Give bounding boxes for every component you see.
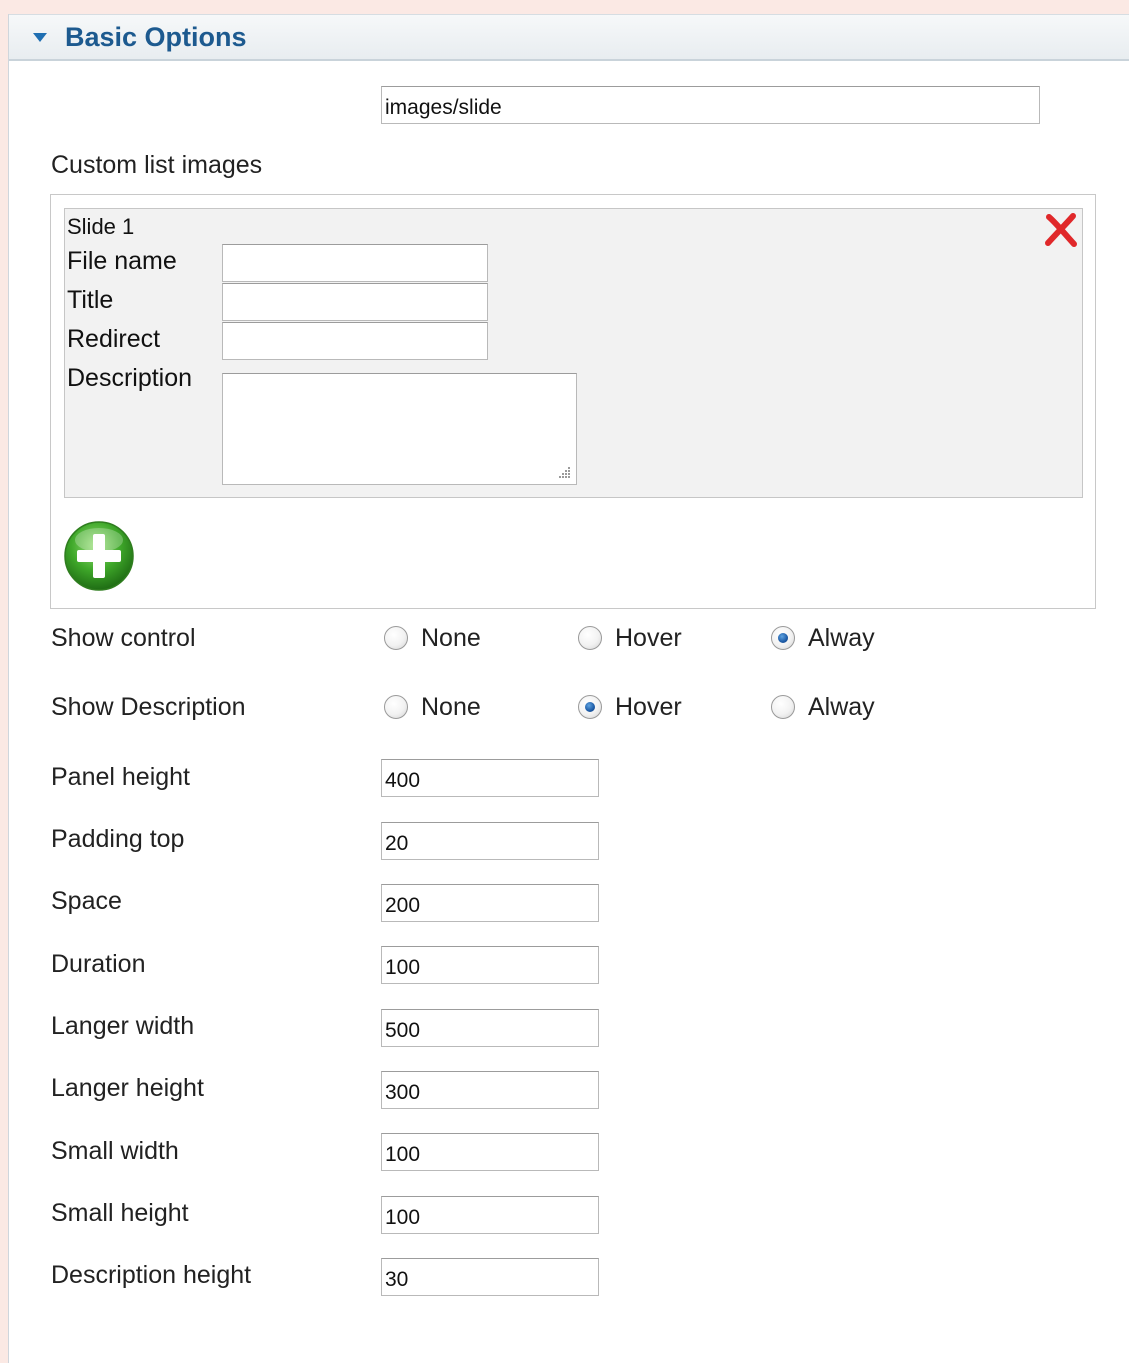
redirect-label: Redirect	[67, 325, 161, 353]
description-height-input[interactable]	[381, 1258, 599, 1296]
show-description-radio-none[interactable]	[384, 695, 408, 719]
show-control-option-hover: Hover	[615, 624, 682, 652]
panel-height-input[interactable]	[381, 759, 599, 797]
resize-grip-icon[interactable]	[557, 465, 571, 479]
file-name-input[interactable]	[222, 244, 488, 282]
slide-title: Slide 1	[67, 214, 135, 239]
show-control-label: Show control	[51, 624, 196, 652]
panel-title: Basic Options	[65, 22, 247, 52]
small-height-label: Small height	[51, 1199, 189, 1227]
show-description-option-hover: Hover	[615, 693, 682, 721]
langer-width-input[interactable]	[381, 1009, 599, 1047]
description-textarea-wrap	[222, 373, 577, 485]
show-control-radio-hover[interactable]	[578, 626, 602, 650]
redirect-input[interactable]	[222, 322, 488, 360]
title-input[interactable]	[222, 283, 488, 321]
custom-list-label: Custom list images	[51, 151, 263, 179]
space-label: Space	[51, 887, 122, 915]
duration-label: Duration	[51, 950, 146, 978]
space-input[interactable]	[381, 884, 599, 922]
slide-item: Slide 1 File name Title Redirect Descrip…	[64, 208, 1083, 498]
show-description-option-alway: Alway	[808, 693, 875, 721]
show-control-option-none: None	[421, 624, 481, 652]
show-description-option-none: None	[421, 693, 481, 721]
show-description-radio-hover[interactable]	[578, 695, 602, 719]
small-height-input[interactable]	[381, 1196, 599, 1234]
langer-height-label: Langer height	[51, 1074, 204, 1102]
description-label: Description	[67, 364, 193, 392]
langer-height-input[interactable]	[381, 1071, 599, 1109]
langer-width-label: Langer width	[51, 1012, 195, 1040]
description-height-label: Description height	[51, 1261, 252, 1289]
panel-height-label: Panel height	[51, 763, 191, 791]
add-icon[interactable]	[63, 520, 135, 592]
duration-input[interactable]	[381, 946, 599, 984]
file-name-label: File name	[67, 247, 177, 275]
description-textarea[interactable]	[222, 373, 577, 485]
panel-header[interactable]: Basic Options	[9, 14, 1129, 61]
show-control-radio-alway[interactable]	[771, 626, 795, 650]
small-width-input[interactable]	[381, 1133, 599, 1171]
caret-down-icon[interactable]	[33, 33, 47, 42]
small-width-label: Small width	[51, 1137, 179, 1165]
show-control-radio-none[interactable]	[384, 626, 408, 650]
show-description-radio-alway[interactable]	[771, 695, 795, 719]
close-icon[interactable]	[1042, 211, 1080, 249]
show-control-option-alway: Alway	[808, 624, 875, 652]
custom-list-box: Slide 1 File name Title Redirect Descrip…	[50, 194, 1096, 609]
show-description-label: Show Description	[51, 693, 246, 721]
image-folder-input[interactable]	[381, 86, 1040, 124]
padding-top-label: Padding top	[51, 825, 185, 853]
title-label: Title	[67, 286, 114, 314]
padding-top-input[interactable]	[381, 822, 599, 860]
